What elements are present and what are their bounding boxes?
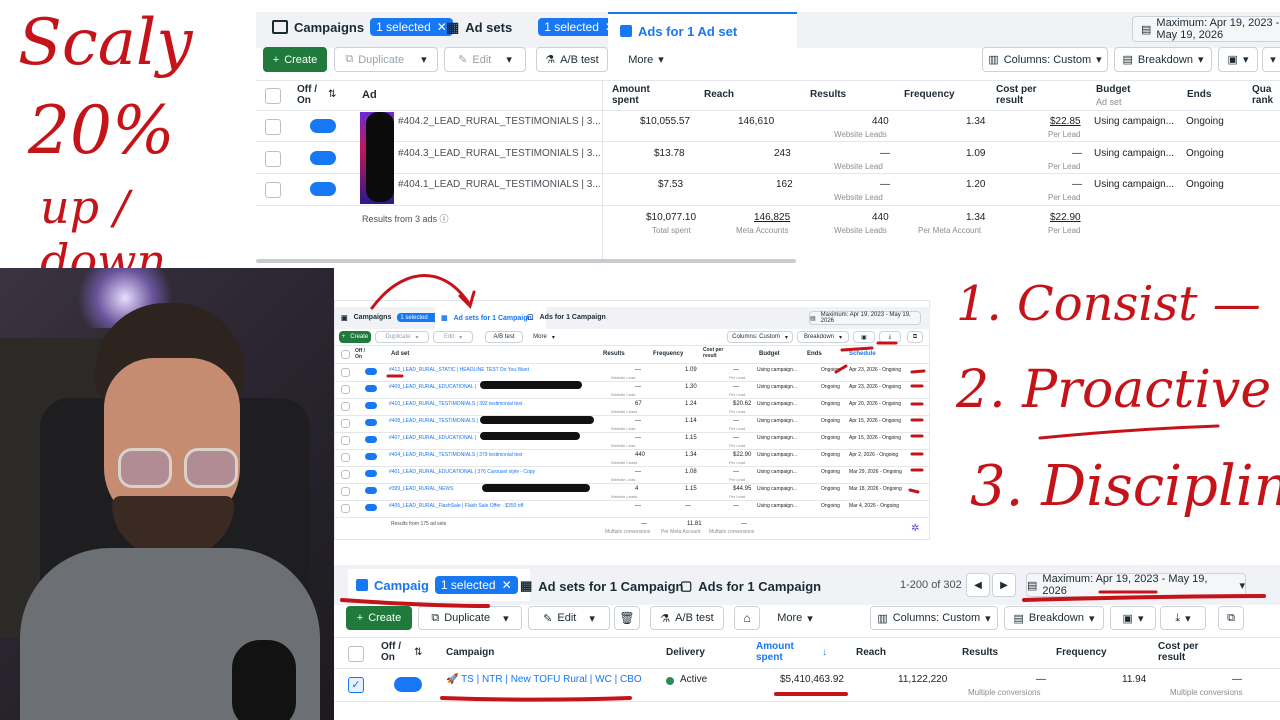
- redaction-group: [480, 381, 594, 492]
- check-mark: [834, 364, 848, 374]
- underline-date: [1022, 594, 1266, 602]
- underline-campaign-tab: [340, 598, 490, 608]
- annotation-strokes: [340, 274, 1266, 702]
- underline-schedule: [840, 346, 874, 352]
- ink-group: [340, 274, 1266, 702]
- dash-1: [910, 369, 926, 374]
- arrow-curve: [370, 274, 470, 310]
- proactive-underline: [1038, 424, 1220, 440]
- dash-8: [908, 488, 920, 494]
- underline-campaign-name: [440, 696, 632, 702]
